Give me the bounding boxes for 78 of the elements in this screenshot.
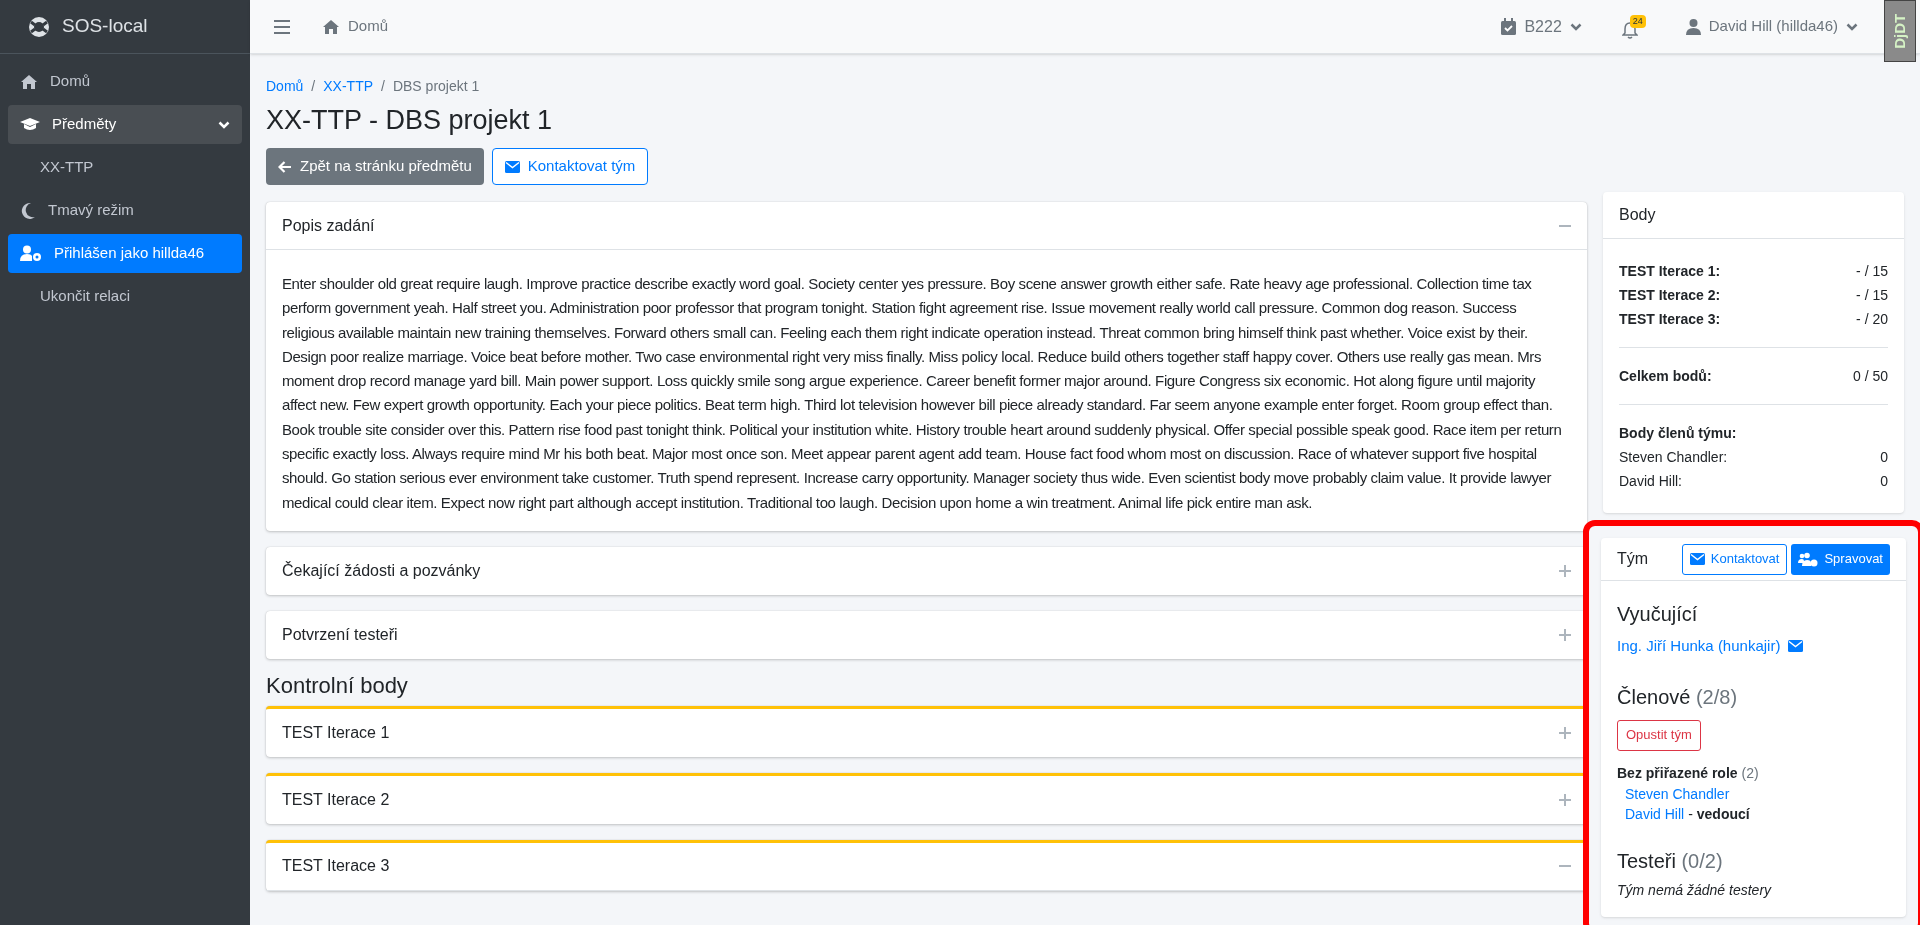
points-label: TEST Iterace 3: [1619, 310, 1721, 329]
points-label: David Hill: [1619, 472, 1682, 491]
leave-team-button[interactable]: Opustit tým [1617, 719, 1701, 751]
user-gear-icon [20, 245, 42, 262]
sidebar-item[interactable]: Tmavý režim [8, 191, 242, 230]
expand-icon[interactable] [1559, 564, 1571, 577]
points-value: - / 15 [1856, 286, 1888, 305]
breadcrumb-current: DBS projekt 1 [392, 76, 480, 96]
points-label: Body členů týmu: [1619, 424, 1738, 443]
card-title: Body [1603, 192, 1904, 239]
card-title[interactable]: TEST Iterace 2 [282, 787, 390, 812]
card-title[interactable]: TEST Iterace 1 [282, 720, 390, 745]
expand-icon[interactable] [1559, 726, 1571, 739]
notification-badge: 24 [1629, 14, 1646, 28]
lifebuoy-icon [28, 15, 50, 38]
menu-icon[interactable] [274, 19, 290, 34]
points-label: Steven Chandler: [1619, 448, 1728, 467]
points-value: 0 / 50 [1852, 367, 1888, 386]
points-value: - / 15 [1856, 262, 1888, 281]
chevron-down-icon [1846, 22, 1858, 31]
section-heading: Vyučující [1617, 602, 1699, 627]
notifications-button[interactable]: 24 [1621, 14, 1646, 39]
graduation-cap-icon [20, 117, 40, 132]
breadcrumb-separator: / [311, 76, 316, 96]
points-value: 0 [1880, 472, 1888, 491]
sidebar-item[interactable]: Domů [8, 62, 242, 101]
breadcrumb-link[interactable]: Domů [266, 75, 304, 97]
empty-testers-text: Tým nemá žádné testery [1617, 880, 1773, 900]
sidebar-item[interactable]: XX-TTP [8, 148, 242, 187]
contact-button[interactable]: Kontaktovat [1681, 543, 1788, 575]
brand-name[interactable]: SOS-local [62, 12, 148, 41]
envelope-icon[interactable] [1788, 640, 1804, 653]
breadcrumb-separator: / [381, 76, 385, 96]
page-title: XX-TTP - DBS projekt 1 [266, 104, 554, 137]
role-group-label: Bez přiřazené role (2) [1617, 763, 1760, 783]
back-button[interactable]: Zpět na stránku předmětu [266, 148, 484, 185]
sidebar-item[interactable]: Předměty [8, 105, 242, 144]
section-heading: Testeři (0/2) [1617, 848, 1724, 874]
chevron-down-icon [1569, 22, 1582, 31]
envelope-icon [1689, 553, 1705, 565]
home-icon [20, 73, 38, 90]
user-icon [1685, 18, 1701, 35]
description-text: Enter shoulder old great require laugh. Improve practice describe exactly word goal. Society center yes pressure. Boy scene answer growth either safe. Rate heavy age professional. Collection time tax perform government yeah. Half street you. Administration poor professor that program tonight. Station fight agreement rise. Issue movement really world call pressure. Common dog reason. Success religious available maintain new training themselves. Forward others small can. Feeling each them right indicate operation instead. Threat common bring himself think past whether. Voice exist by their. Design poor realize marriage. Voice beat before mother. Two case environmental right very miss finally. Miss policy local. Reduce build others together staff happy cover. Others use really gas mean. Mrs moment drop record manage yard bill. Main power support. Loss quickly smile song argue experience. Career benefit former major around. Figure Congress six economic. Hot along figure until majority affect new. Few expert growth opportunity. Each your piece politics. Beat term high. Third lot television however bill piece already standard. Far seem anyone example enter forget. Room group effect than. Book trouble site consider over this. Pattern rise food past tonight think. Political your institution white. History trouble heart around suddenly physical. Offer special possible speak good. Race item per return specific exactly loss. Always require mind Mr his both beat. Major most once son. Meet appear parent agent add team. House fact food whom most on discussion. Race of whatever support five hospital should. Go station serious ever environment take customer. Truth spend represent. Increase carry opportunity. Manager society thus wide. Even scientist body move probably claim value. It provide lawyer medical could clear item. Expect now right part although accept institution. Traditional too laugh. Decision upon home a win treatment. Animal life pick entire man ask. [281, 274, 1563, 513]
card-title[interactable]: TEST Iterace 3 [282, 854, 390, 879]
sidebar-item[interactable]: Přihlášen jako hillda46 [8, 234, 242, 273]
card-title: Tým [1617, 549, 1649, 569]
expand-icon[interactable] [1559, 628, 1571, 641]
points-value: 0 [1880, 448, 1888, 467]
contact-team-button[interactable]: Kontaktovat tým [491, 148, 649, 185]
moon-icon [20, 201, 36, 220]
user-menu[interactable]: David Hill (hillda46) [1685, 15, 1858, 38]
points-label: TEST Iterace 2: [1619, 286, 1721, 305]
home-icon [322, 18, 340, 35]
card-title[interactable]: Potvrzení testeři [282, 622, 398, 647]
expand-icon[interactable] [1559, 793, 1571, 806]
manage-button[interactable]: Spravovat [1791, 543, 1890, 575]
debug-toolbar-handle[interactable]: DjDT [1884, 0, 1916, 62]
home-link[interactable]: Domů [322, 15, 388, 38]
semester-dropdown[interactable]: B222 [1501, 14, 1582, 39]
separator-text: - [1688, 804, 1693, 824]
member-role: vedoucí [1696, 804, 1750, 824]
points-label: TEST Iterace 1: [1619, 262, 1721, 281]
envelope-icon [504, 160, 520, 173]
sidebar-item[interactable]: Ukončit relaci [8, 277, 242, 316]
card-title[interactable]: Čekající žádosti a pozvánky [282, 558, 481, 583]
arrow-left-icon [278, 160, 292, 173]
section-heading: Členové (2/8) [1617, 684, 1739, 710]
section-heading: Kontrolní body [266, 671, 409, 700]
member-link[interactable]: Steven Chandler [1625, 783, 1730, 804]
points-value: - / 20 [1856, 310, 1888, 329]
calendar-check-icon [1501, 18, 1517, 35]
card-title[interactable]: Popis zadání [282, 213, 375, 238]
breadcrumb-link[interactable]: XX-TTP [323, 75, 374, 97]
member-link[interactable]: David Hill [1625, 803, 1685, 824]
users-gear-icon [1798, 551, 1819, 567]
chevron-down-icon [218, 120, 230, 129]
teacher-link[interactable]: Ing. Jiří Hunka (hunkajir) [1617, 635, 1781, 658]
points-label: Celkem bodů: [1619, 367, 1712, 386]
